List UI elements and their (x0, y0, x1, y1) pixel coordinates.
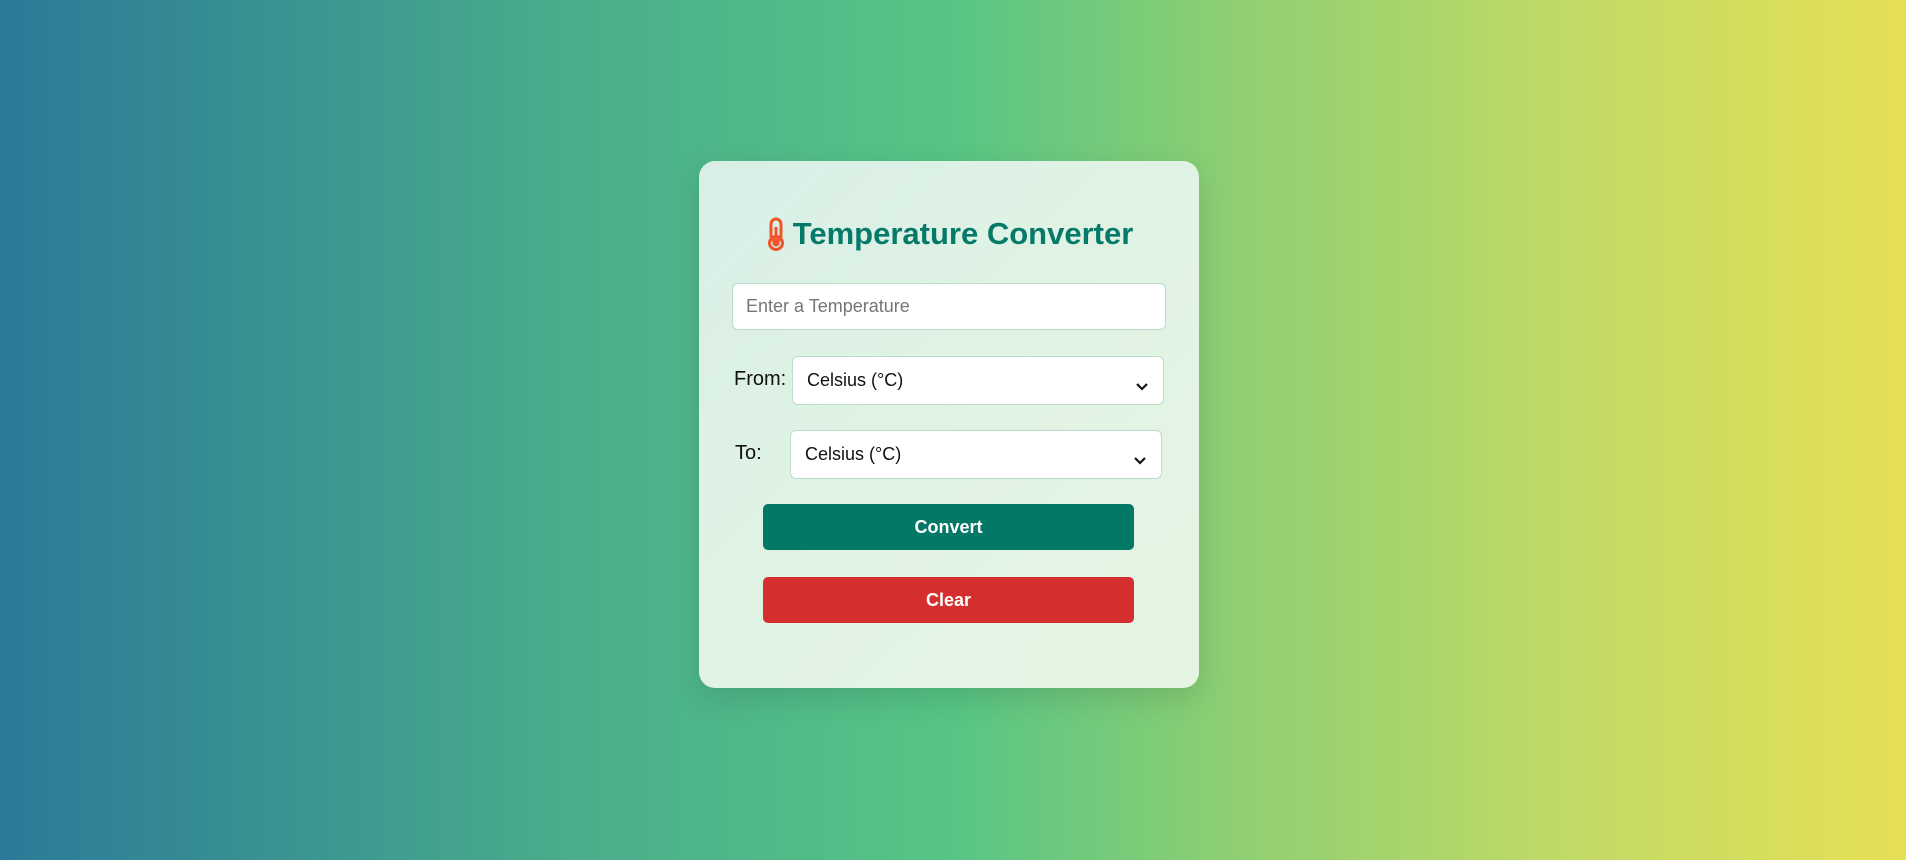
thermometer-icon (765, 217, 787, 251)
clear-button[interactable]: Clear (763, 577, 1134, 623)
converter-card: Temperature Converter From: Celsius (°C)… (699, 161, 1199, 688)
chevron-down-icon (1133, 450, 1147, 465)
from-selected-value: Celsius (°C) (807, 370, 904, 390)
to-label: To: (735, 442, 762, 464)
title-text: Temperature Converter (792, 216, 1134, 251)
clear-button-label: Clear (925, 589, 972, 610)
convert-button-label: Convert (914, 516, 983, 537)
temperature-input[interactable] (732, 283, 1166, 330)
from-unit-select[interactable]: Celsius (°C) (792, 356, 1164, 405)
from-label: From: (734, 368, 787, 390)
chevron-down-icon (1135, 376, 1149, 391)
convert-button[interactable]: Convert (763, 504, 1134, 550)
to-selected-value: Celsius (°C) (805, 444, 902, 464)
page-title: Temperature Converter (699, 216, 1199, 252)
to-unit-select[interactable]: Celsius (°C) (790, 430, 1162, 479)
